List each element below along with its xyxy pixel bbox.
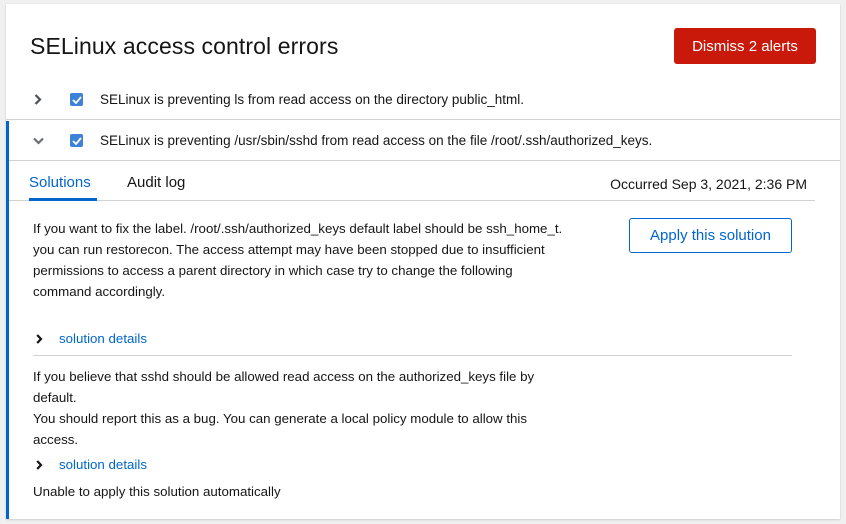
chevron-right-icon: [33, 333, 45, 345]
apply-solution-button[interactable]: Apply this solution: [629, 218, 792, 253]
tab-audit-log[interactable]: Audit log: [127, 174, 185, 191]
alert-text[interactable]: SELinux is preventing /usr/sbin/sshd fro…: [100, 133, 652, 148]
solution-status-text: Unable to apply this solution automatica…: [33, 484, 281, 499]
solution-divider: [33, 355, 792, 356]
solution-details-link[interactable]: solution details: [59, 457, 147, 472]
selinux-card: SELinux access control errors Dismiss 2 …: [6, 4, 840, 519]
solution-line: you can run restorecon. The access attem…: [33, 242, 545, 299]
solution-line: You should report this as a bug. You can…: [33, 411, 528, 447]
alert-row: SELinux is preventing ls from read acces…: [6, 80, 840, 120]
checkmark-icon: [71, 95, 82, 104]
chevron-right-icon[interactable]: [32, 94, 44, 106]
solution-details-link[interactable]: solution details: [59, 331, 147, 346]
tab-solutions[interactable]: Solutions: [29, 174, 91, 191]
dismiss-alerts-button[interactable]: Dismiss 2 alerts: [674, 28, 816, 64]
active-tab-indicator: [29, 198, 97, 201]
solution-description: If you want to fix the label. /root/.ssh…: [33, 218, 573, 302]
solution-line: If you believe that sshd should be allow…: [33, 369, 535, 405]
alert-row-expanded: SELinux is preventing /usr/sbin/sshd fro…: [6, 121, 840, 161]
chevron-right-icon: [33, 459, 45, 471]
chevron-down-icon[interactable]: [32, 135, 44, 147]
solution-details-toggle[interactable]: solution details: [33, 457, 147, 472]
occurred-timestamp: Occurred Sep 3, 2021, 2:36 PM: [610, 176, 807, 192]
solution-description: If you believe that sshd should be allow…: [33, 366, 573, 450]
solution-line: If you want to fix the label. /root/.ssh…: [33, 221, 563, 236]
alert-checkbox[interactable]: [70, 93, 83, 106]
alert-checkbox[interactable]: [70, 134, 83, 147]
checkmark-icon: [71, 136, 82, 145]
details-tabs: Solutions Audit log Occurred Sep 3, 2021…: [9, 162, 815, 201]
card-title: SELinux access control errors: [30, 33, 339, 59]
alert-text[interactable]: SELinux is preventing ls from read acces…: [100, 92, 524, 107]
solution-details-toggle[interactable]: solution details: [33, 331, 147, 346]
